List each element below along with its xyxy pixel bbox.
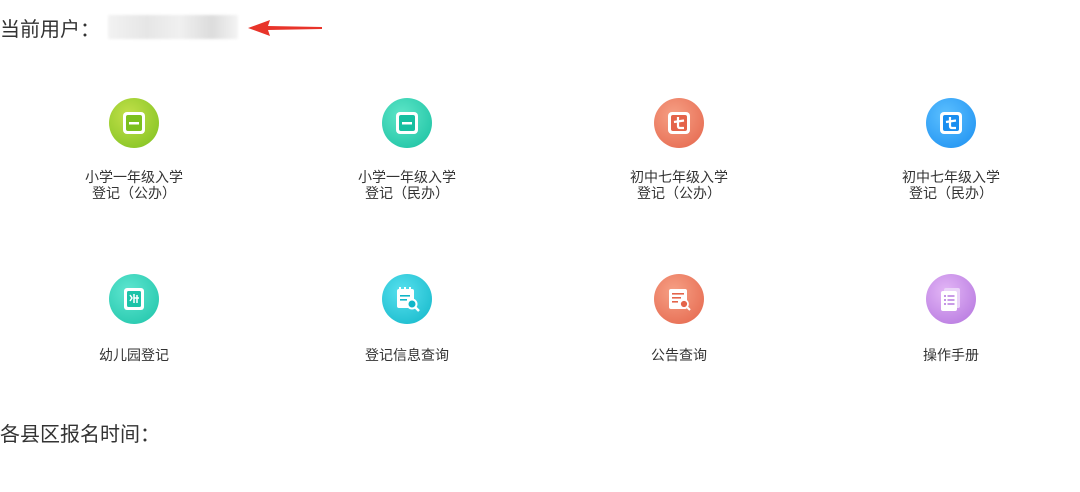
- menu-item-notice-query[interactable]: 公告查询: [589, 274, 769, 364]
- menu-item-label-line1: 操作手册: [923, 348, 979, 364]
- menu-item-label-line2: 登记（民办）: [365, 186, 449, 202]
- grade-seven-icon: [654, 98, 704, 148]
- manual-icon: [926, 274, 976, 324]
- menu-item-primary-public[interactable]: 小学一年级入学 登记（公办）: [44, 98, 224, 202]
- red-arrow-icon: [248, 20, 322, 36]
- menu-item-register-query[interactable]: 登记信息查询: [317, 274, 497, 364]
- menu-item-label-line1: 初中七年级入学: [902, 170, 1000, 186]
- menu-item-label-line1: 幼儿园登记: [99, 348, 169, 364]
- grade-one-icon: [382, 98, 432, 148]
- menu-item-label-line2: 登记（公办）: [637, 186, 721, 202]
- menu-item-junior-private[interactable]: 初中七年级入学 登记（民办）: [861, 98, 1041, 202]
- menu-item-manual[interactable]: 操作手册: [861, 274, 1041, 364]
- registration-time-heading: 各县区报名时间：: [0, 422, 160, 446]
- menu-item-label-line2: 登记（民办）: [909, 186, 993, 202]
- menu-item-label-line1: 小学一年级入学: [358, 170, 456, 186]
- current-user-row: 当前用户：: [0, 12, 238, 42]
- grade-seven-icon: [926, 98, 976, 148]
- menu-item-label-line2: 登记（公办）: [92, 186, 176, 202]
- menu-item-label-line1: 初中七年级入学: [630, 170, 728, 186]
- menu-item-label-line1: 小学一年级入学: [85, 170, 183, 186]
- current-user-label: 当前用户：: [0, 16, 100, 41]
- menu-item-label-line1: 公告查询: [651, 348, 707, 364]
- register-search-icon: [382, 274, 432, 324]
- kindergarten-icon: [109, 274, 159, 324]
- menu-item-label-line1: 登记信息查询: [365, 348, 449, 364]
- menu-item-primary-private[interactable]: 小学一年级入学 登记（民办）: [317, 98, 497, 202]
- current-user-value-masked: [108, 15, 238, 39]
- menu-item-junior-public[interactable]: 初中七年级入学 登记（公办）: [589, 98, 769, 202]
- grade-one-icon: [109, 98, 159, 148]
- notice-search-icon: [654, 274, 704, 324]
- menu-item-kindergarten[interactable]: 幼儿园登记: [44, 274, 224, 364]
